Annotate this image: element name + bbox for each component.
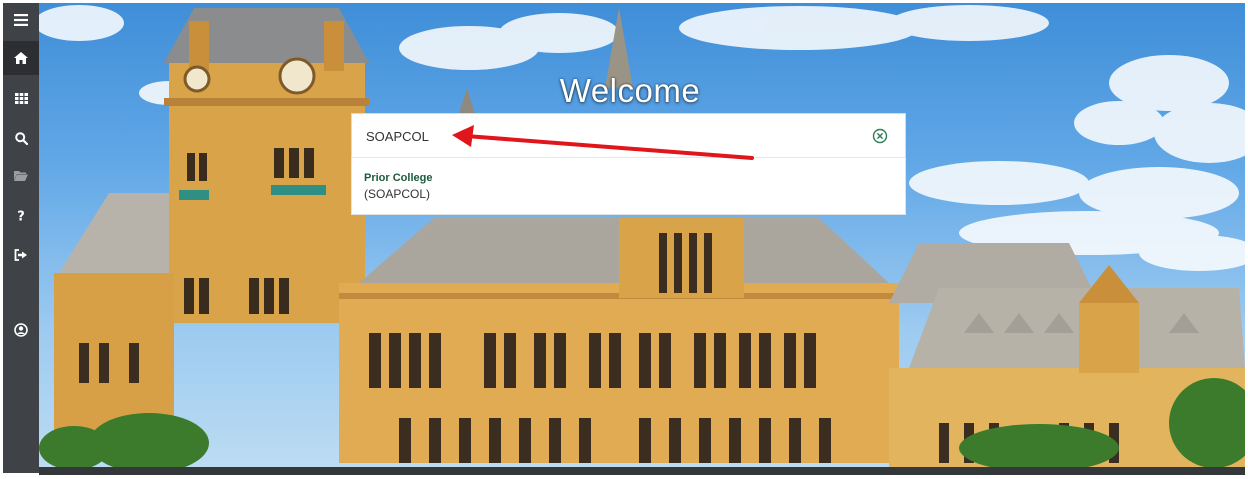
page-title: Welcome <box>559 72 701 109</box>
result-title: Prior College <box>364 172 433 184</box>
user-circle-icon <box>14 323 28 337</box>
folder-icon <box>14 170 28 181</box>
sidebar-help-button[interactable]: ? <box>3 198 39 232</box>
app-window: ? Welcome SOAPCOL Prior College (SOAPCOL… <box>0 0 1248 479</box>
footer-bar <box>39 467 1245 475</box>
grid-icon <box>14 92 28 104</box>
sidebar: ? <box>3 3 39 473</box>
sidebar-sign-out-button[interactable] <box>3 238 39 272</box>
sidebar-menu-button[interactable] <box>3 3 39 37</box>
annotation-arrow-icon <box>452 125 754 160</box>
sign-out-icon <box>14 249 27 261</box>
home-icon <box>14 52 28 64</box>
clear-search-button[interactable] <box>872 128 888 144</box>
result-code: (SOAPCOL) <box>364 187 431 201</box>
sidebar-home-button[interactable] <box>3 41 39 75</box>
sidebar-applications-button[interactable] <box>3 81 39 115</box>
sidebar-search-button[interactable] <box>3 121 39 155</box>
circle-x-icon <box>872 128 888 144</box>
sidebar-recent-button[interactable] <box>3 158 39 192</box>
search-icon <box>14 131 28 145</box>
sidebar-user-button[interactable] <box>3 313 39 347</box>
question-icon: ? <box>17 209 25 222</box>
hamburger-icon <box>14 14 28 26</box>
svg-text:?: ? <box>17 209 25 222</box>
